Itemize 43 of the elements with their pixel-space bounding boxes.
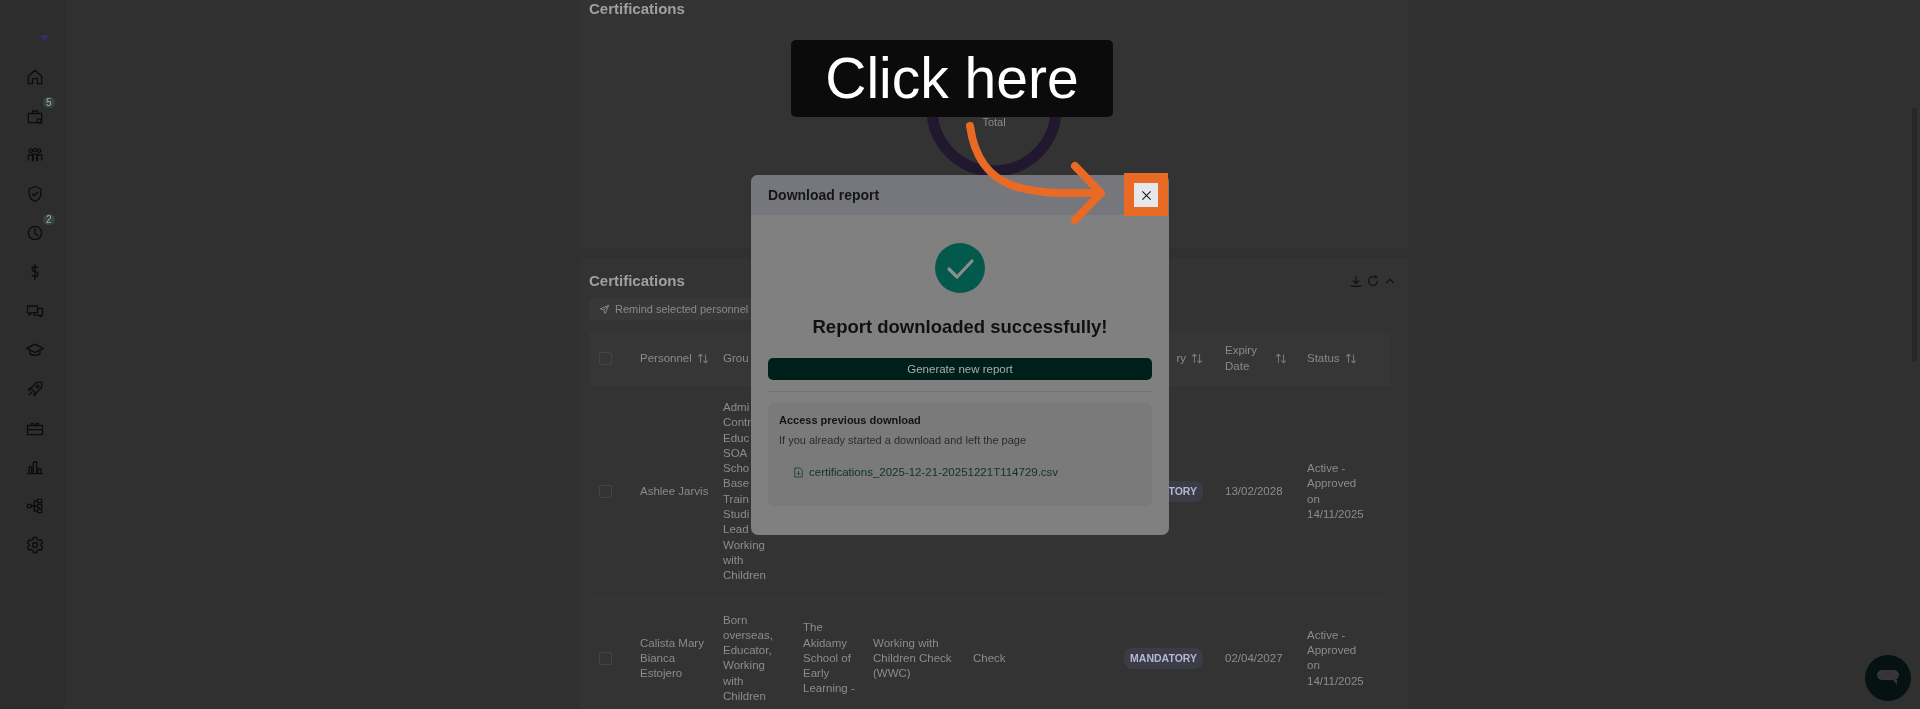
column-header[interactable]: Personnel: [640, 350, 692, 367]
chat-button[interactable]: [1865, 655, 1911, 701]
download-icon[interactable]: [1349, 273, 1363, 288]
panel-title: Access previous download: [779, 414, 922, 426]
table-cell-text: Working with Children Check (WWC): [873, 635, 953, 682]
table-cell-text: Calista Mary Bianca Estojero: [640, 635, 705, 682]
dialog-title: Download report: [768, 187, 880, 203]
chart-label: Total: [982, 116, 1006, 128]
close-icon: [1140, 189, 1152, 201]
sort-icon[interactable]: [1191, 353, 1203, 364]
table-cell-text: The Akidamy School of Early Learning -: [803, 620, 856, 697]
sort-icon[interactable]: [696, 353, 709, 364]
column-header[interactable]: Expiry Date: [1225, 343, 1265, 374]
table-cell-text: Active - Approved on 14/11/2025: [1307, 627, 1365, 689]
file-link[interactable]: certifications_2025-12-21-20251221T114729.csv: [809, 466, 1059, 478]
refresh-icon[interactable]: [1366, 273, 1380, 288]
table-cell-text: Check: [973, 650, 1006, 666]
check-circle-icon: [935, 243, 985, 293]
table-cell-text: Born overseas, Educator, Working with Children: [723, 612, 774, 705]
table-cell-text: Active - Approved on 14/11/2025: [1307, 461, 1365, 523]
table-cell: 13/02/2028: [1225, 484, 1283, 500]
column-header[interactable]: Grou: [723, 350, 749, 367]
hierarchy-icon[interactable]: [24, 496, 45, 516]
card-title: Certifications: [589, 0, 686, 17]
notification-badge: 5: [42, 97, 55, 108]
category-tag: MANDATORY: [1124, 647, 1203, 670]
sort-icon[interactable]: [1344, 353, 1357, 364]
sort-icon[interactable]: [1275, 353, 1287, 364]
send-icon: [599, 303, 610, 315]
table-cell: Ashlee Jarvis: [640, 484, 709, 500]
settings-icon[interactable]: [24, 535, 45, 555]
card-title: Certifications: [589, 272, 685, 289]
column-header[interactable]: ry: [1176, 350, 1186, 367]
generate-report-button[interactable]: Generate new report: [768, 358, 1152, 380]
panel-description: If you already started a download and left the page: [779, 434, 1028, 446]
close-button[interactable]: [1134, 183, 1158, 207]
caret-icon[interactable]: [40, 35, 49, 41]
notification-badge: 2: [42, 214, 55, 225]
table-cell-text: 02/04/2027: [1225, 650, 1283, 666]
guide-callout: Click here: [791, 40, 1113, 117]
success-message: Report downloaded successfully!: [812, 316, 1108, 338]
column-header[interactable]: Status: [1307, 350, 1340, 367]
file-download-icon[interactable]: [794, 466, 803, 478]
